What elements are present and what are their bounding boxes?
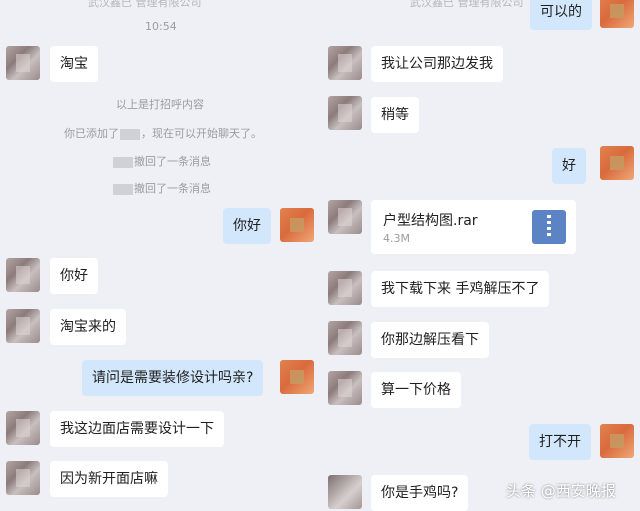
message-bubble-in[interactable]: 你好: [50, 258, 98, 294]
file-message[interactable]: 户型结构图.rar 4.3M: [371, 200, 576, 254]
message-bubble-in[interactable]: 淘宝: [50, 46, 98, 82]
chat-header-company: 武汉鑫巳 管理有限公司: [88, 0, 202, 9]
system-friend-added-a: 你已添加了: [64, 127, 119, 140]
chat-header-company: 武汉鑫巳 管理有限公司: [410, 0, 524, 9]
contact-avatar[interactable]: [6, 461, 40, 495]
message-bubble-in[interactable]: 因为新开面店嘛: [50, 461, 168, 497]
message-bubble-out[interactable]: 好: [552, 148, 586, 184]
contact-avatar[interactable]: [328, 321, 362, 355]
message-bubble-in[interactable]: 稍等: [371, 97, 419, 133]
message-bubble-in[interactable]: 你是手鸡吗?: [371, 475, 469, 511]
contact-avatar[interactable]: [6, 309, 40, 343]
blurred-name: [113, 183, 133, 195]
message-bubble-in[interactable]: 我让公司那边发我: [371, 46, 503, 82]
contact-avatar[interactable]: [328, 271, 362, 305]
blurred-name: [120, 128, 140, 140]
system-recall-notice: 撤回了一条消息: [112, 153, 211, 169]
message-bubble-out[interactable]: 可以的: [530, 0, 592, 30]
contact-avatar[interactable]: [328, 96, 362, 130]
system-recall-notice: 撤回了一条消息: [112, 180, 211, 196]
recall-text: 撤回了一条消息: [134, 182, 211, 195]
message-bubble-in[interactable]: 我这边面店需要设计一下: [50, 411, 224, 447]
message-bubble-in[interactable]: 我下载下来 手鸡解压不了: [371, 271, 550, 307]
file-size: 4.3M: [383, 232, 410, 245]
message-bubble-out[interactable]: 请问是需要装修设计吗亲?: [82, 360, 264, 396]
blurred-name: [113, 156, 133, 168]
self-avatar[interactable]: [280, 208, 314, 242]
self-avatar[interactable]: [600, 146, 634, 180]
contact-avatar[interactable]: [328, 46, 362, 80]
system-friend-added: 你已添加了 ，现在可以开始聊天了。: [64, 125, 262, 141]
contact-avatar[interactable]: [6, 258, 40, 292]
message-timestamp: 10:54: [145, 20, 177, 33]
contact-avatar[interactable]: [6, 46, 40, 80]
system-friend-added-b: ，现在可以开始聊天了。: [141, 127, 262, 140]
self-avatar[interactable]: [280, 360, 314, 394]
message-bubble-in[interactable]: 你那边解压看下: [371, 322, 489, 358]
contact-avatar[interactable]: [328, 200, 362, 234]
message-bubble-in[interactable]: 淘宝来的: [50, 309, 126, 345]
left-chat-panel: 武汉鑫巳 管理有限公司 10:54 淘宝 以上是打招呼内容 你已添加了 ，现在可以…: [0, 0, 320, 511]
message-bubble-out[interactable]: 打不开: [529, 424, 591, 460]
file-name: 户型结构图.rar: [383, 213, 478, 229]
contact-avatar[interactable]: [6, 411, 40, 445]
contact-avatar[interactable]: [328, 371, 362, 405]
recall-text: 撤回了一条消息: [134, 155, 211, 168]
self-avatar[interactable]: [600, 424, 634, 458]
message-bubble-out[interactable]: 你好: [223, 208, 271, 244]
archive-icon: [532, 210, 566, 244]
source-watermark: 头条 @西安晚报: [506, 482, 616, 500]
right-chat-panel: 武汉鑫巳 管理有限公司 可以的 我让公司那边发我 稍等 好 户型结构图.rar …: [320, 0, 640, 511]
system-greeting-notice: 以上是打招呼内容: [116, 98, 204, 111]
self-avatar[interactable]: [600, 0, 634, 28]
message-bubble-in[interactable]: 算一下价格: [371, 372, 461, 408]
contact-avatar[interactable]: [328, 475, 362, 509]
